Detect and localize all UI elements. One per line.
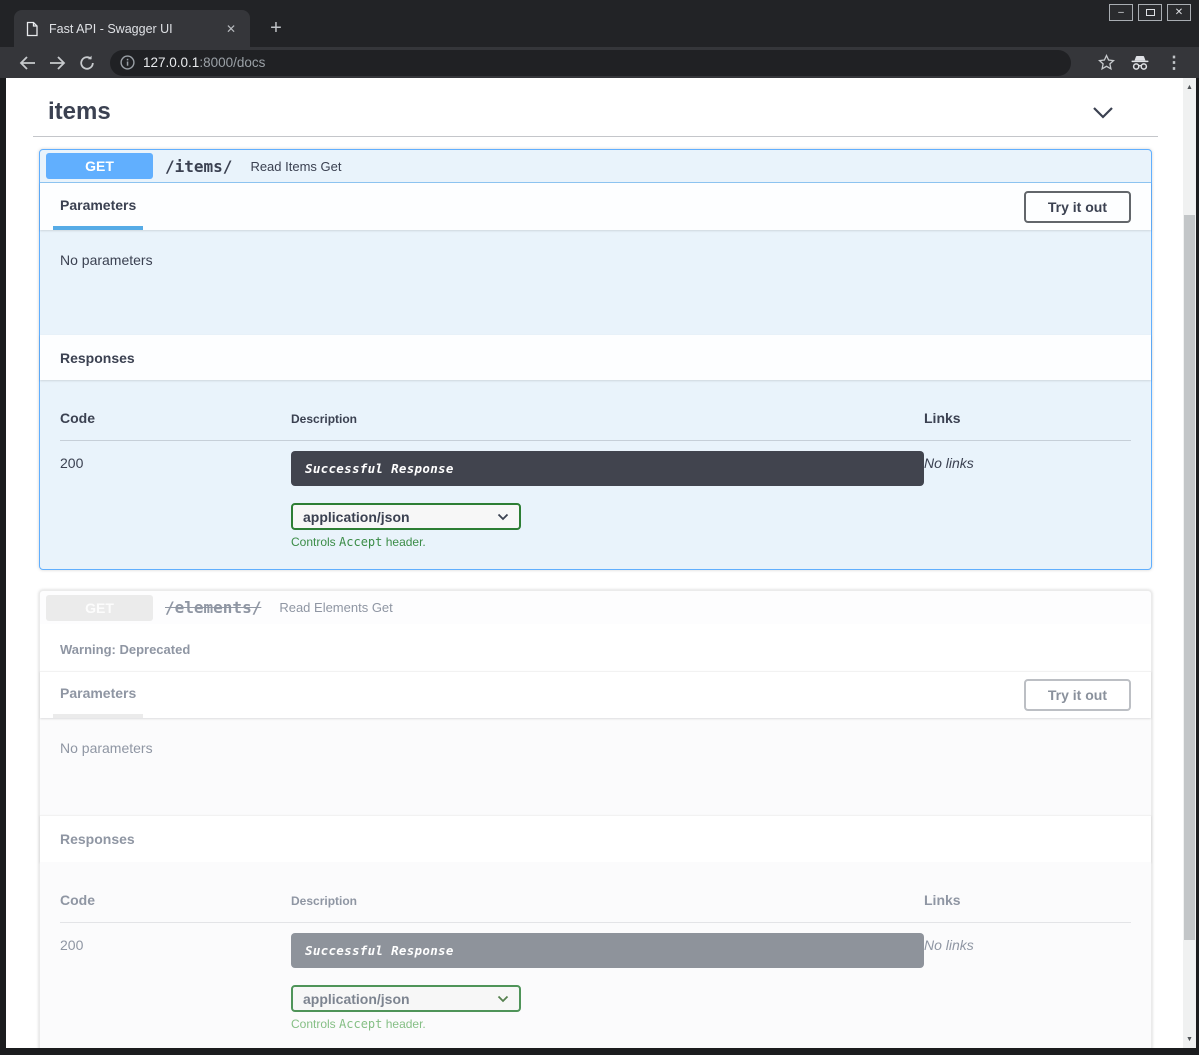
browser-toolbar: 127.0.0.1:8000/docs ⋮	[0, 47, 1199, 78]
chevron-down-icon	[497, 513, 509, 521]
opblock-summary[interactable]: GET /items/ Read Items Get	[40, 150, 1151, 183]
reload-button[interactable]	[72, 50, 102, 76]
tab-title: Fast API - Swagger UI	[49, 22, 213, 36]
back-button[interactable]	[12, 50, 42, 76]
scroll-up-icon[interactable]: ▲	[1183, 80, 1196, 94]
tab-strip: Fast API - Swagger UI ✕ + – ✕	[0, 0, 1199, 47]
response-code: 200	[60, 933, 291, 1031]
close-window-button[interactable]: ✕	[1167, 4, 1191, 21]
responses-table-head: Code Description Links	[60, 892, 1131, 923]
opblock-get-elements-deprecated: GET /elements/ Read Elements Get Warning…	[39, 590, 1152, 1048]
page-favicon-icon	[24, 21, 40, 37]
table-row: 200 Successful Response application/json…	[60, 923, 1131, 1031]
description-column-header: Description	[291, 892, 924, 908]
responses-table-head: Code Description Links	[60, 410, 1131, 441]
deprecated-warning: Warning: Deprecated	[40, 624, 1151, 671]
tag-section-header[interactable]: items	[33, 90, 1158, 137]
forward-button[interactable]	[42, 50, 72, 76]
opblock-get-items: GET /items/ Read Items Get Parameters Tr…	[39, 149, 1152, 570]
media-type-note: Controls Accept header.	[291, 1017, 924, 1031]
responses-header: Responses	[40, 815, 1151, 862]
try-it-out-button[interactable]: Try it out	[1024, 191, 1131, 223]
address-bar[interactable]: 127.0.0.1:8000/docs	[110, 50, 1071, 76]
responses-title: Responses	[60, 350, 135, 366]
minimize-icon: –	[1118, 8, 1124, 18]
responses-title: Responses	[60, 831, 135, 847]
endpoint-path: /items/	[165, 157, 232, 176]
endpoint-summary: Read Items Get	[250, 159, 341, 174]
parameters-header: Parameters Try it out	[40, 183, 1151, 230]
responses-body: Code Description Links 200 Successful Re…	[40, 862, 1151, 1048]
url-path: :8000/docs	[199, 55, 265, 70]
browser-window: Fast API - Swagger UI ✕ + – ✕	[0, 0, 1199, 1055]
tab-parameters[interactable]: Parameters	[53, 672, 143, 718]
code-column-header: Code	[60, 892, 291, 908]
response-links: No links	[924, 451, 1131, 549]
no-parameters-text: No parameters	[60, 252, 153, 268]
tab-close-icon[interactable]: ✕	[222, 20, 240, 38]
tab-parameters[interactable]: Parameters	[53, 183, 143, 230]
endpoint-summary: Read Elements Get	[279, 600, 392, 615]
response-description: Successful Response	[291, 451, 924, 486]
media-type-value: application/json	[303, 509, 410, 525]
tag-title: items	[48, 98, 111, 126]
minimize-button[interactable]: –	[1109, 4, 1133, 21]
responses-header: Responses	[40, 335, 1151, 380]
media-type-select[interactable]: application/json	[291, 503, 521, 530]
links-column-header: Links	[924, 410, 1131, 426]
method-badge: GET	[46, 595, 153, 621]
url-text: 127.0.0.1:8000/docs	[143, 55, 265, 70]
response-links: No links	[924, 933, 1131, 1031]
try-it-out-button[interactable]: Try it out	[1024, 679, 1131, 711]
site-info-icon[interactable]	[120, 55, 135, 70]
chevron-down-icon	[497, 995, 509, 1003]
media-type-select[interactable]: application/json	[291, 985, 521, 1012]
parameters-body: No parameters	[40, 718, 1151, 815]
response-description: Successful Response	[291, 933, 924, 968]
browser-tab[interactable]: Fast API - Swagger UI ✕	[14, 10, 250, 47]
scrollbar-thumb[interactable]	[1184, 215, 1195, 940]
bookmark-star-icon[interactable]	[1093, 50, 1119, 76]
no-parameters-text: No parameters	[60, 740, 153, 756]
parameters-header: Parameters Try it out	[40, 671, 1151, 718]
new-tab-button[interactable]: +	[262, 14, 290, 42]
table-row: 200 Successful Response application/json…	[60, 441, 1131, 549]
endpoint-path: /elements/	[165, 598, 261, 617]
opblock-summary[interactable]: GET /elements/ Read Elements Get	[40, 591, 1151, 624]
collapse-chevron-icon[interactable]	[1092, 106, 1114, 119]
response-code: 200	[60, 451, 291, 549]
links-column-header: Links	[924, 892, 1131, 908]
scroll-down-icon[interactable]: ▼	[1183, 1032, 1196, 1046]
window-controls: – ✕	[1109, 4, 1191, 21]
incognito-icon	[1127, 50, 1153, 76]
method-badge: GET	[46, 153, 153, 179]
code-column-header: Code	[60, 410, 291, 426]
maximize-button[interactable]	[1138, 4, 1162, 21]
close-icon: ✕	[1175, 8, 1183, 18]
description-column-header: Description	[291, 410, 924, 426]
responses-body: Code Description Links 200 Successful Re…	[40, 380, 1151, 569]
page-scrollbar[interactable]: ▲ ▼	[1183, 78, 1196, 1048]
browser-menu-icon[interactable]: ⋮	[1161, 50, 1187, 76]
maximize-icon	[1146, 9, 1155, 16]
media-type-note: Controls Accept header.	[291, 535, 924, 549]
media-type-value: application/json	[303, 991, 410, 1007]
url-host: 127.0.0.1	[143, 55, 199, 70]
swagger-page: items GET /items/ Read Items Get Paramet…	[6, 78, 1183, 1048]
parameters-body: No parameters	[40, 230, 1151, 335]
